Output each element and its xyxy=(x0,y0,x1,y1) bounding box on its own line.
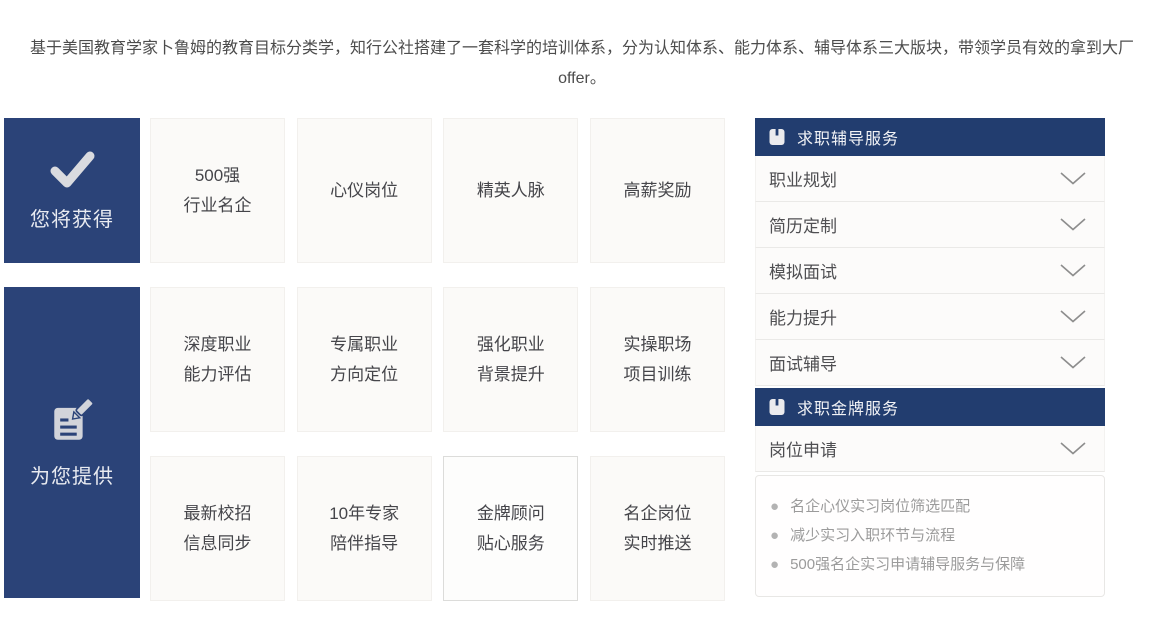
list-item: ● 名企心仪实习岗位筛选匹配 xyxy=(770,492,1094,521)
bullet-text: 名企心仪实习岗位筛选匹配 xyxy=(790,492,970,521)
service-panel: 求职辅导服务 职业规划 简历定制 模拟面试 能力提升 xyxy=(755,118,1105,597)
benefit-card: 专属职业 方向定位 xyxy=(297,287,432,432)
left-label-column: 您将获得 为您提供 xyxy=(4,118,140,598)
list-item: ● 500强名企实习申请辅导服务与保障 xyxy=(770,550,1094,579)
chevron-down-icon xyxy=(1060,264,1086,277)
accordion-label: 岗位申请 xyxy=(769,436,837,461)
card-line: 陪伴指导 xyxy=(330,529,398,559)
panel-header-title: 求职金牌服务 xyxy=(797,395,899,419)
card-line: 行业名企 xyxy=(184,191,252,221)
card-line: 最新校招 xyxy=(184,499,252,529)
gold-services-header: 求职金牌服务 xyxy=(755,388,1105,426)
card-line: 强化职业 xyxy=(477,330,545,360)
card-line: 心仪岗位 xyxy=(330,176,398,206)
card-line: 深度职业 xyxy=(184,330,252,360)
accordion-item-resume-customization[interactable]: 简历定制 xyxy=(755,202,1105,248)
coaching-services-header: 求职辅导服务 xyxy=(755,118,1105,156)
accordion-label: 面试辅导 xyxy=(769,350,837,375)
bullet-dot-icon: ● xyxy=(770,550,779,579)
we-provide-box: 为您提供 xyxy=(4,287,140,598)
card-line: 信息同步 xyxy=(184,529,252,559)
chevron-down-icon xyxy=(1060,172,1086,185)
you-will-get-label: 您将获得 xyxy=(30,203,114,232)
intro-paragraph: 基于美国教育学家卜鲁姆的教育目标分类学，知行公社搭建了一套科学的培训体系，分为认… xyxy=(0,0,1164,94)
benefit-card: 深度职业 能力评估 xyxy=(150,287,285,432)
we-provide-label: 为您提供 xyxy=(30,460,114,489)
benefit-card: 强化职业 背景提升 xyxy=(443,287,578,432)
chevron-down-icon xyxy=(1060,218,1086,231)
edit-document-icon xyxy=(46,396,98,448)
benefit-card: 最新校招 信息同步 xyxy=(150,456,285,601)
card-line: 500强 xyxy=(195,161,240,191)
gold-service-details: ● 名企心仪实习岗位筛选匹配 ● 减少实习入职环节与流程 ● 500强名企实习申… xyxy=(755,475,1105,597)
benefit-card: 10年专家 陪伴指导 xyxy=(297,456,432,601)
bullet-dot-icon: ● xyxy=(770,521,779,550)
card-line: 能力评估 xyxy=(184,360,252,390)
benefit-card: 精英人脉 xyxy=(443,118,578,263)
bullet-text: 500强名企实习申请辅导服务与保障 xyxy=(790,550,1025,579)
chevron-down-icon xyxy=(1060,356,1086,369)
benefit-card: 心仪岗位 xyxy=(297,118,432,263)
card-line: 实操职场 xyxy=(623,330,691,360)
accordion-label: 职业规划 xyxy=(769,166,837,191)
benefit-card: 500强 行业名企 xyxy=(150,118,285,263)
book-icon xyxy=(769,128,785,146)
benefit-card: 实操职场 项目训练 xyxy=(590,287,725,432)
card-line: 高薪奖励 xyxy=(623,176,691,206)
check-icon xyxy=(46,149,98,191)
main-content: 您将获得 为您提供 500强 行业名企 xyxy=(4,118,1164,601)
accordion-item-ability-improvement[interactable]: 能力提升 xyxy=(755,294,1105,340)
card-line: 金牌顾问 xyxy=(477,499,545,529)
bullet-text: 减少实习入职环节与流程 xyxy=(790,521,955,550)
list-item: ● 减少实习入职环节与流程 xyxy=(770,521,1094,550)
card-line: 10年专家 xyxy=(329,499,399,529)
bullet-dot-icon: ● xyxy=(770,492,779,521)
chevron-down-icon xyxy=(1060,442,1086,455)
accordion-item-job-application[interactable]: 岗位申请 xyxy=(755,426,1105,472)
accordion-item-mock-interview[interactable]: 模拟面试 xyxy=(755,248,1105,294)
accordion-label: 模拟面试 xyxy=(769,258,837,283)
benefit-card: 金牌顾问 贴心服务 xyxy=(443,456,578,601)
benefit-card: 名企岗位 实时推送 xyxy=(590,456,725,601)
panel-header-title: 求职辅导服务 xyxy=(797,125,899,149)
card-line: 精英人脉 xyxy=(477,176,545,206)
card-line: 贴心服务 xyxy=(477,529,545,559)
card-line: 背景提升 xyxy=(477,360,545,390)
card-line: 方向定位 xyxy=(330,360,398,390)
card-line: 名企岗位 xyxy=(623,499,691,529)
book-icon xyxy=(769,398,785,416)
card-line: 实时推送 xyxy=(623,529,691,559)
benefit-cards-grid: 500强 行业名企 心仪岗位 精英人脉 高薪奖励 深度职业 能力评估 专属职业 … xyxy=(150,118,725,601)
accordion-label: 能力提升 xyxy=(769,304,837,329)
benefit-card: 高薪奖励 xyxy=(590,118,725,263)
chevron-down-icon xyxy=(1060,310,1086,323)
accordion-item-interview-coaching[interactable]: 面试辅导 xyxy=(755,340,1105,386)
accordion-item-career-planning[interactable]: 职业规划 xyxy=(755,156,1105,202)
accordion-label: 简历定制 xyxy=(769,212,837,237)
card-line: 专属职业 xyxy=(330,330,398,360)
you-will-get-box: 您将获得 xyxy=(4,118,140,263)
card-line: 项目训练 xyxy=(623,360,691,390)
